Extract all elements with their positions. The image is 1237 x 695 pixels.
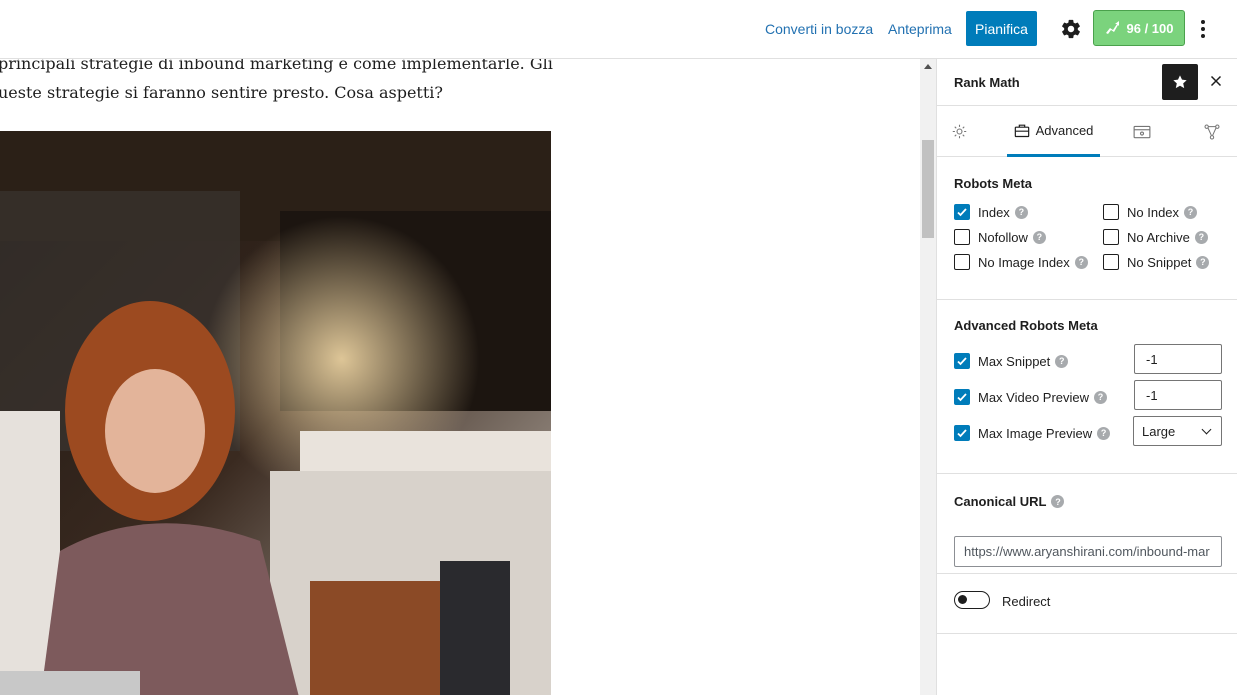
max-video-preview-option[interactable]: Max Video Preview ? [954, 389, 1108, 405]
option-label: Max Snippet [978, 353, 1051, 369]
checkbox-checked[interactable] [954, 425, 970, 441]
checkbox[interactable] [1103, 204, 1119, 220]
sidebar-title: Rank Math [954, 75, 1020, 90]
scrollbar-thumb[interactable] [922, 140, 934, 238]
robots-nofollow-option[interactable]: Nofollow ? [954, 229, 1046, 245]
tab-schema[interactable] [1122, 106, 1162, 157]
rank-math-score-button[interactable]: 96 / 100 [1093, 10, 1185, 46]
divider [937, 633, 1237, 634]
paragraph-line: principali strategie di inbound marketin… [0, 59, 553, 73]
redirect-label: Redirect [1002, 594, 1051, 609]
post-image[interactable] [0, 131, 551, 695]
max-snippet-input[interactable]: -1 [1134, 344, 1222, 374]
help-icon[interactable]: ? [1074, 255, 1088, 269]
help-icon[interactable]: ? [1055, 354, 1069, 368]
help-icon[interactable]: ? [1032, 230, 1046, 244]
robots-noimageindex-option[interactable]: No Image Index ? [954, 254, 1088, 270]
settings-gear-icon[interactable] [1060, 18, 1082, 40]
robots-nosnippet-option[interactable]: No Snippet ? [1103, 254, 1210, 270]
max-image-preview-select[interactable]: Large [1133, 416, 1222, 446]
gear-icon [952, 124, 966, 139]
checkbox-checked[interactable] [954, 389, 970, 405]
option-label: No Index [1127, 204, 1180, 220]
more-options-icon[interactable] [1196, 18, 1210, 40]
robots-noindex-option[interactable]: No Index ? [1103, 204, 1198, 220]
tab-social[interactable] [1192, 106, 1232, 157]
option-label: No Image Index [978, 254, 1070, 270]
toggle-knob [958, 595, 967, 604]
help-icon[interactable]: ? [1097, 426, 1111, 440]
select-value: Large [1142, 423, 1176, 439]
max-snippet-option[interactable]: Max Snippet ? [954, 353, 1069, 369]
photo-woman-laptop-icon [0, 131, 551, 695]
checkbox[interactable] [954, 229, 970, 245]
rank-math-logo-icon [1105, 21, 1119, 34]
schema-icon [1133, 125, 1151, 138]
help-icon[interactable]: ? [1194, 230, 1208, 244]
schedule-button[interactable]: Pianifica [966, 11, 1037, 46]
checkbox-checked[interactable] [954, 204, 970, 220]
seo-score: 96 / 100 [1126, 20, 1174, 36]
scroll-up-arrow-icon[interactable] [924, 64, 932, 69]
share-network-icon [1204, 124, 1220, 139]
help-icon[interactable]: ? [1051, 495, 1065, 508]
checkmark-icon [957, 357, 967, 366]
canonical-url-label: Canonical URL [954, 494, 1047, 509]
option-label: Index [978, 204, 1010, 220]
post-paragraph[interactable]: principali strategie di inbound marketin… [0, 59, 558, 107]
toolbox-icon [1014, 124, 1029, 137]
editor-top-bar: Converti in bozza Anteprima Pianifica 96… [0, 0, 1237, 59]
tab-general[interactable] [937, 106, 981, 157]
star-pin-button[interactable] [1162, 64, 1198, 100]
checkbox[interactable] [954, 254, 970, 270]
checkbox[interactable] [1103, 229, 1119, 245]
robots-meta-title: Robots Meta [954, 176, 1032, 191]
switch-to-draft-button[interactable]: Converti in bozza [765, 21, 873, 37]
help-icon[interactable]: ? [1184, 205, 1198, 219]
robots-noarchive-option[interactable]: No Archive ? [1103, 229, 1208, 245]
advanced-robots-section: Advanced Robots Meta Max Snippet ? -1 Ma… [937, 300, 1237, 474]
paragraph-line: ueste strategie si faranno sentire prest… [0, 83, 443, 102]
editor-canvas: principali strategie di inbound marketin… [0, 59, 920, 695]
help-icon[interactable]: ? [1094, 390, 1108, 404]
redirect-toggle[interactable] [954, 591, 990, 609]
option-label: Max Video Preview [978, 389, 1090, 405]
option-label: Nofollow [978, 229, 1028, 245]
tab-advanced[interactable]: Advanced [1007, 106, 1100, 157]
star-icon [1173, 75, 1187, 89]
help-icon[interactable]: ? [1196, 255, 1210, 269]
option-label: Max Image Preview [978, 425, 1093, 441]
max-image-preview-option[interactable]: Max Image Preview ? [954, 425, 1111, 441]
canonical-url-section: Canonical URL ? https://www.aryanshirani… [937, 474, 1237, 574]
checkbox[interactable] [1103, 254, 1119, 270]
sidebar-tabs: Advanced [937, 106, 1237, 157]
option-label: No Archive [1127, 229, 1190, 245]
max-video-preview-input[interactable]: -1 [1134, 380, 1222, 410]
robots-index-option[interactable]: Index ? [954, 204, 1028, 220]
help-icon[interactable]: ? [1014, 205, 1028, 219]
tab-advanced-label: Advanced [1035, 122, 1094, 138]
canonical-url-heading: Canonical URL ? [954, 494, 1065, 509]
rank-math-sidebar: Rank Math Advanced Robots Meta Index ? N… [936, 59, 1237, 695]
checkmark-icon [957, 429, 967, 438]
sidebar-header: Rank Math [937, 59, 1237, 106]
preview-button[interactable]: Anteprima [888, 21, 952, 37]
robots-meta-section: Robots Meta Index ? No Index ? Nofollow … [937, 157, 1237, 300]
option-label: No Snippet [1127, 254, 1192, 270]
canonical-url-input[interactable]: https://www.aryanshirani.com/inbound-mar [954, 536, 1222, 567]
close-icon[interactable] [1207, 72, 1225, 90]
checkmark-icon [957, 393, 967, 402]
checkbox-checked[interactable] [954, 353, 970, 369]
checkmark-icon [957, 208, 967, 217]
chevron-down-icon [1201, 424, 1212, 434]
advanced-robots-title: Advanced Robots Meta [954, 318, 1098, 333]
